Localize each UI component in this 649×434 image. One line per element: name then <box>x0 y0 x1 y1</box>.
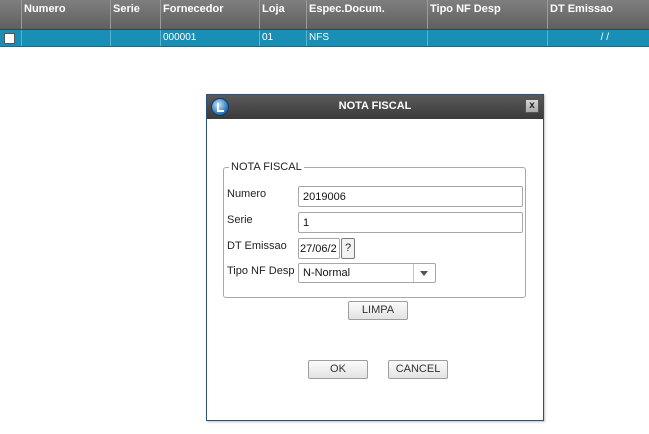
dialog-titlebar[interactable]: NOTA FISCAL x <box>207 95 543 119</box>
cell-loja: 01 <box>259 30 307 46</box>
header-numero[interactable]: Numero <box>21 0 111 29</box>
limpa-button[interactable]: LIMPA <box>348 301 408 320</box>
tipo-nf-desp-value: N-Normal <box>303 267 351 279</box>
header-serie[interactable]: Serie <box>110 0 161 29</box>
row-checkbox[interactable] <box>4 33 15 44</box>
header-tipo-nf-desp[interactable]: Tipo NF Desp <box>427 0 548 29</box>
close-button[interactable]: x <box>525 99 539 113</box>
header-fornecedor[interactable]: Fornecedor <box>160 0 260 29</box>
dialog-title: NOTA FISCAL <box>338 100 412 112</box>
numero-field[interactable] <box>298 186 523 207</box>
cell-serie <box>110 30 161 46</box>
row-select-cell[interactable] <box>0 30 22 46</box>
table-row[interactable]: 000001 01 NFS / / <box>0 30 649 47</box>
tipo-nf-desp-label: Tipo NF Desp <box>227 265 295 277</box>
nota-fiscal-group: NOTA FISCAL Numero Serie DT Emissao ? Ti… <box>223 161 526 298</box>
serie-field[interactable] <box>298 212 523 233</box>
chevron-down-icon[interactable] <box>413 264 435 282</box>
header-select-column[interactable] <box>0 0 22 29</box>
cell-tipo-nf-desp <box>427 30 548 46</box>
grid-header: Numero Serie Fornecedor Loja Espec.Docum… <box>0 0 649 30</box>
cancel-button[interactable]: CANCEL <box>388 360 448 379</box>
cell-espec-docum: NFS <box>306 30 428 46</box>
serie-label: Serie <box>227 214 253 226</box>
group-title: NOTA FISCAL <box>231 161 302 173</box>
header-dt-emissao[interactable]: DT Emissao <box>547 0 649 29</box>
cell-fornecedor: 000001 <box>160 30 260 46</box>
header-espec-docum[interactable]: Espec.Docum. <box>306 0 428 29</box>
numero-label: Numero <box>227 188 267 200</box>
dt-emissao-field[interactable] <box>298 238 340 259</box>
header-loja[interactable]: Loja <box>259 0 307 29</box>
date-picker-button[interactable]: ? <box>341 238 355 259</box>
cell-numero <box>21 30 111 46</box>
cell-dt-emissao: / / <box>547 30 649 46</box>
tipo-nf-desp-select[interactable]: N-Normal <box>298 263 436 283</box>
dt-emissao-label: DT Emissao <box>227 240 287 252</box>
ok-button[interactable]: OK <box>308 360 368 379</box>
nota-fiscal-dialog: NOTA FISCAL x NOTA FISCAL Numero Serie D… <box>206 94 544 421</box>
